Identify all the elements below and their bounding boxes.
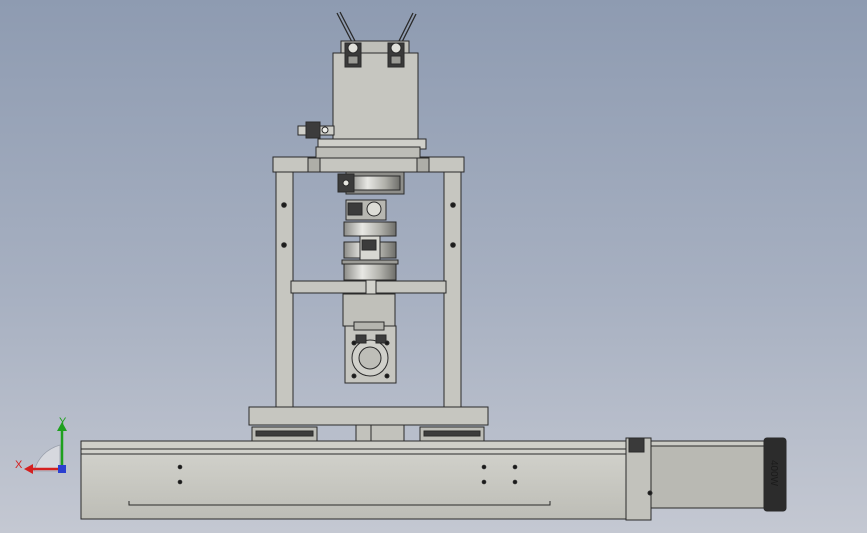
motor-connector bbox=[628, 437, 645, 453]
x-axis-label: X bbox=[15, 459, 23, 471]
shaft-coupling-assembly[interactable] bbox=[341, 199, 399, 281]
cable-leads bbox=[336, 11, 417, 43]
frame-base-plate[interactable] bbox=[248, 406, 489, 426]
z-axis-marker bbox=[58, 465, 66, 473]
servo-motor[interactable] bbox=[647, 437, 787, 512]
y-axis-label: Y bbox=[59, 416, 67, 428]
frame-top-plate[interactable] bbox=[272, 146, 465, 173]
coordinate-triad: Y X bbox=[15, 416, 67, 474]
side-sensor[interactable] bbox=[297, 121, 335, 139]
lower-motor-bracket[interactable] bbox=[342, 293, 397, 384]
cad-graphics-viewport[interactable]: 400W Y X bbox=[0, 0, 867, 533]
frame-right-post[interactable] bbox=[443, 171, 462, 410]
linear-rail-body[interactable] bbox=[80, 440, 628, 520]
linear-module-assembly-model[interactable]: 400W Y X bbox=[0, 0, 867, 533]
motor-power-label: 400W bbox=[768, 460, 779, 487]
rotary-flange[interactable] bbox=[337, 171, 405, 195]
frame-left-post[interactable] bbox=[275, 171, 294, 410]
